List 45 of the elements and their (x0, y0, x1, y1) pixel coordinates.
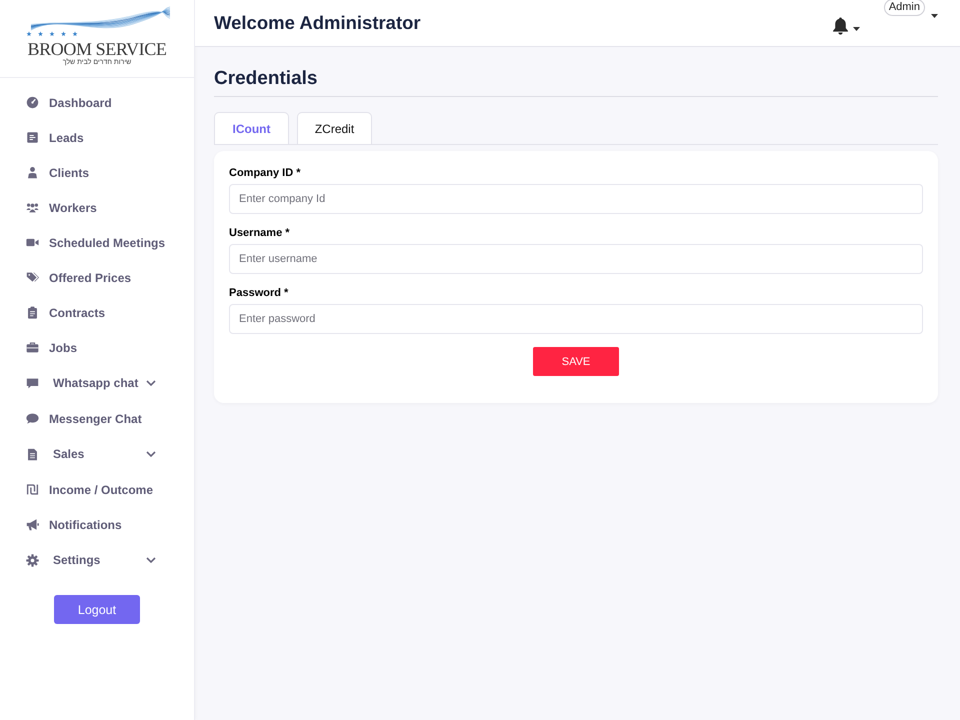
caret-icon (852, 26, 860, 30)
save-button[interactable]: SAVE (533, 347, 619, 376)
nav-link[interactable]: Settings (26, 553, 156, 567)
clipboard-icon (26, 306, 39, 319)
shekel-icon (26, 483, 39, 496)
user-icon (26, 166, 39, 179)
field-label: Username * (229, 227, 291, 240)
megaphone-icon (26, 518, 39, 531)
nav-link[interactable]: Whatsapp chat (26, 376, 156, 390)
nav-link[interactable]: Leads (26, 130, 84, 144)
nav-link[interactable]: Clients (26, 166, 90, 180)
gauge-icon (26, 96, 39, 109)
bell-icon (832, 16, 849, 34)
brand-name: BROOM SERVICE (28, 40, 166, 58)
nav-link[interactable]: Offered Prices (26, 270, 132, 284)
caret-icon (931, 14, 938, 18)
briefcase-icon (26, 341, 39, 354)
nav-link[interactable]: Contracts (26, 306, 106, 320)
nav-link[interactable]: Workers (26, 200, 97, 214)
nav-link[interactable]: Dashboard (26, 96, 112, 110)
input-field[interactable]: Enter company Id (229, 184, 923, 214)
logout-button[interactable]: Logout (54, 595, 140, 624)
users-icon (26, 201, 39, 214)
field-label: Password * (229, 287, 290, 300)
file-icon (26, 448, 39, 460)
input-field[interactable]: Enter password (229, 304, 923, 334)
nav-link[interactable]: Jobs (26, 340, 78, 354)
tab[interactable]: ZCredit (297, 112, 372, 144)
list-square-icon (26, 131, 39, 144)
nav-link[interactable]: Messenger Chat (26, 412, 142, 426)
comment-icon (26, 412, 39, 425)
tags-icon (26, 271, 39, 284)
video-camera-icon (26, 236, 39, 249)
nav-link[interactable]: Income / Outcome (26, 482, 154, 496)
page-title: Credentials (214, 68, 938, 97)
user-menu-button[interactable]: Admin (884, 0, 925, 16)
settings-icon (26, 554, 39, 566)
tab[interactable]: ICount (214, 112, 289, 144)
nav-link[interactable]: Sales (26, 447, 156, 461)
field-label: Company ID * (229, 167, 302, 180)
chat-bubble-icon (26, 376, 39, 390)
input-field[interactable]: Enter username (229, 244, 923, 274)
welcome-title: Welcome Administrator (214, 12, 421, 34)
nav-link[interactable]: Scheduled Meetings (26, 236, 166, 250)
nav-link[interactable]: Notifications (26, 518, 122, 532)
